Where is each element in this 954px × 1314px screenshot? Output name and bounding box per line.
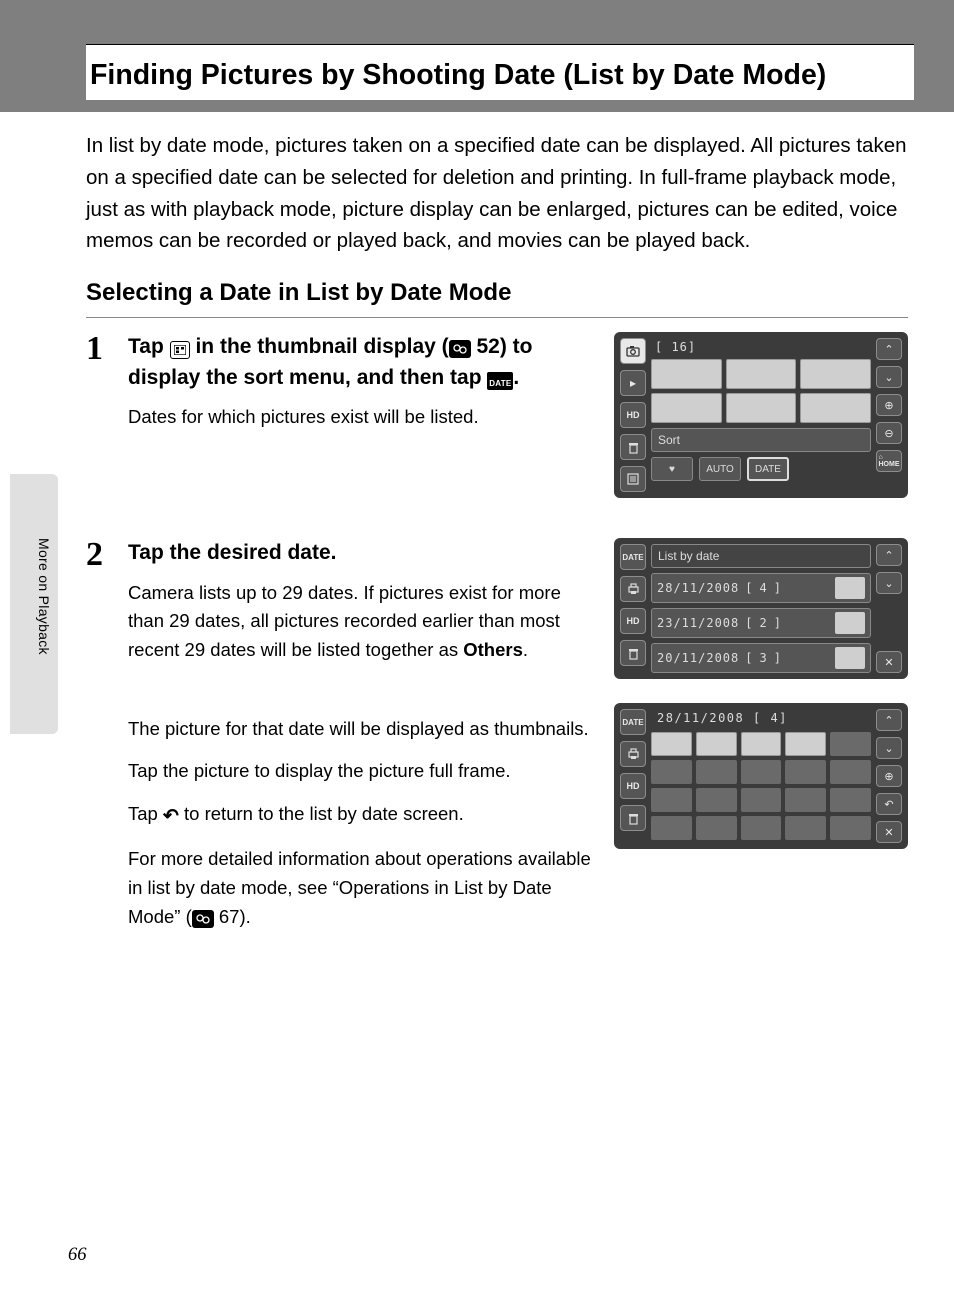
zoom-out-icon[interactable]: ⊖ [876,422,902,444]
hd-icon[interactable]: HD [620,773,646,799]
step-2-detail-1: Camera lists up to 29 dates. If pictures… [128,579,598,665]
page-ref-icon [192,910,214,928]
empty-slot [830,732,871,756]
sort-label: Sort [651,428,871,452]
thumbnail[interactable] [800,393,871,423]
page-ref-icon [449,340,471,358]
print-icon[interactable] [620,576,646,602]
section-tab-label: More on Playback [36,538,52,655]
sort-menu-icon [170,341,190,359]
zoom-in-icon[interactable]: ⊕ [876,765,902,787]
thumbnail[interactable] [741,732,782,756]
scroll-down-icon[interactable]: ⌄ [876,737,902,759]
page-title: Finding Pictures by Shooting Date (List … [90,59,910,92]
sort-date-button[interactable]: DATE [747,457,789,481]
date-thumb-grid[interactable] [651,732,871,840]
thumbnail[interactable] [800,359,871,389]
date-row[interactable]: 20/11/2008[3] [651,643,871,673]
step-2: 2 Tap the desired date. Camera lists up … [86,538,908,945]
sort-auto-button[interactable]: AUTO [699,457,741,481]
sort-favorites-button[interactable]: ♥ [651,457,693,481]
thumbnail[interactable] [726,393,797,423]
screen-list-by-date: DATE HD List by date 28/11/2008[4] 23/11… [614,538,908,679]
thumbnail[interactable] [651,732,692,756]
page-content: In list by date mode, pictures taken on … [0,112,954,945]
scroll-up-icon[interactable]: ⌃ [876,338,902,360]
step-2-detail-2: The picture for that date will be displa… [128,715,598,744]
date-mode-icon: DATE [487,372,513,390]
return-icon: ↶ [163,802,179,831]
playback-icon[interactable]: ▸ [620,370,646,396]
close-icon[interactable]: ✕ [876,821,902,843]
date-mode-icon[interactable]: DATE [620,709,646,735]
header-banner: Finding Pictures by Shooting Date (List … [0,0,954,112]
delete-icon[interactable] [620,434,646,460]
step-1: 1 Tap in the thumbnail display ( 52) to … [86,332,908,498]
screen-date-thumbnails: DATE HD 28/11/2008 [ 4] ⌃ [614,703,908,849]
date-mode-icon[interactable]: DATE [620,544,646,570]
step-2-detail-3: Tap the picture to display the picture f… [128,757,598,786]
scroll-down-icon[interactable]: ⌄ [876,572,902,594]
screen-thumbnail-sort: ▸ HD [ 16] Sort [614,332,908,498]
thumbnail[interactable] [651,359,722,389]
step-number: 2 [86,538,114,945]
menu-icon[interactable] [620,466,646,492]
list-title: List by date [651,544,871,568]
step-2-detail-4: Tap ↶ to return to the list by date scre… [128,800,598,831]
page-number: 66 [68,1245,87,1266]
zoom-in-icon[interactable]: ⊕ [876,394,902,416]
step-2-detail-5: For more detailed information about oper… [128,845,598,931]
camera-mode-icon[interactable] [620,338,646,364]
date-row[interactable]: 23/11/2008[2] [651,608,871,638]
hd-icon[interactable]: HD [620,608,646,634]
delete-icon[interactable] [620,640,646,666]
step-2-instruction: Tap the desired date. [128,538,598,568]
thumbnail[interactable] [785,732,826,756]
step-number: 1 [86,332,114,498]
return-icon[interactable]: ↶ [876,793,902,815]
home-icon[interactable]: ⌂HOME [876,450,902,472]
scroll-down-icon[interactable]: ⌄ [876,366,902,388]
section-subhead: Selecting a Date in List by Date Mode [86,279,908,318]
scroll-up-icon[interactable]: ⌃ [876,544,902,566]
page-title-box: Finding Pictures by Shooting Date (List … [86,44,914,100]
thumbnail[interactable] [726,359,797,389]
grid-header: 28/11/2008 [ 4] [651,709,871,727]
intro-paragraph: In list by date mode, pictures taken on … [86,130,908,257]
delete-icon[interactable] [620,805,646,831]
step-1-instruction: Tap in the thumbnail display ( 52) to di… [128,332,598,393]
thumbnail[interactable] [651,393,722,423]
thumbnail[interactable] [696,732,737,756]
thumb-count: [ 16] [651,338,871,354]
step-1-detail: Dates for which pictures exist will be l… [128,403,598,432]
date-row[interactable]: 28/11/2008[4] [651,573,871,603]
thumbnail-grid[interactable] [651,359,871,423]
close-icon[interactable]: ✕ [876,651,902,673]
hd-icon[interactable]: HD [620,402,646,428]
print-icon[interactable] [620,741,646,767]
scroll-up-icon[interactable]: ⌃ [876,709,902,731]
